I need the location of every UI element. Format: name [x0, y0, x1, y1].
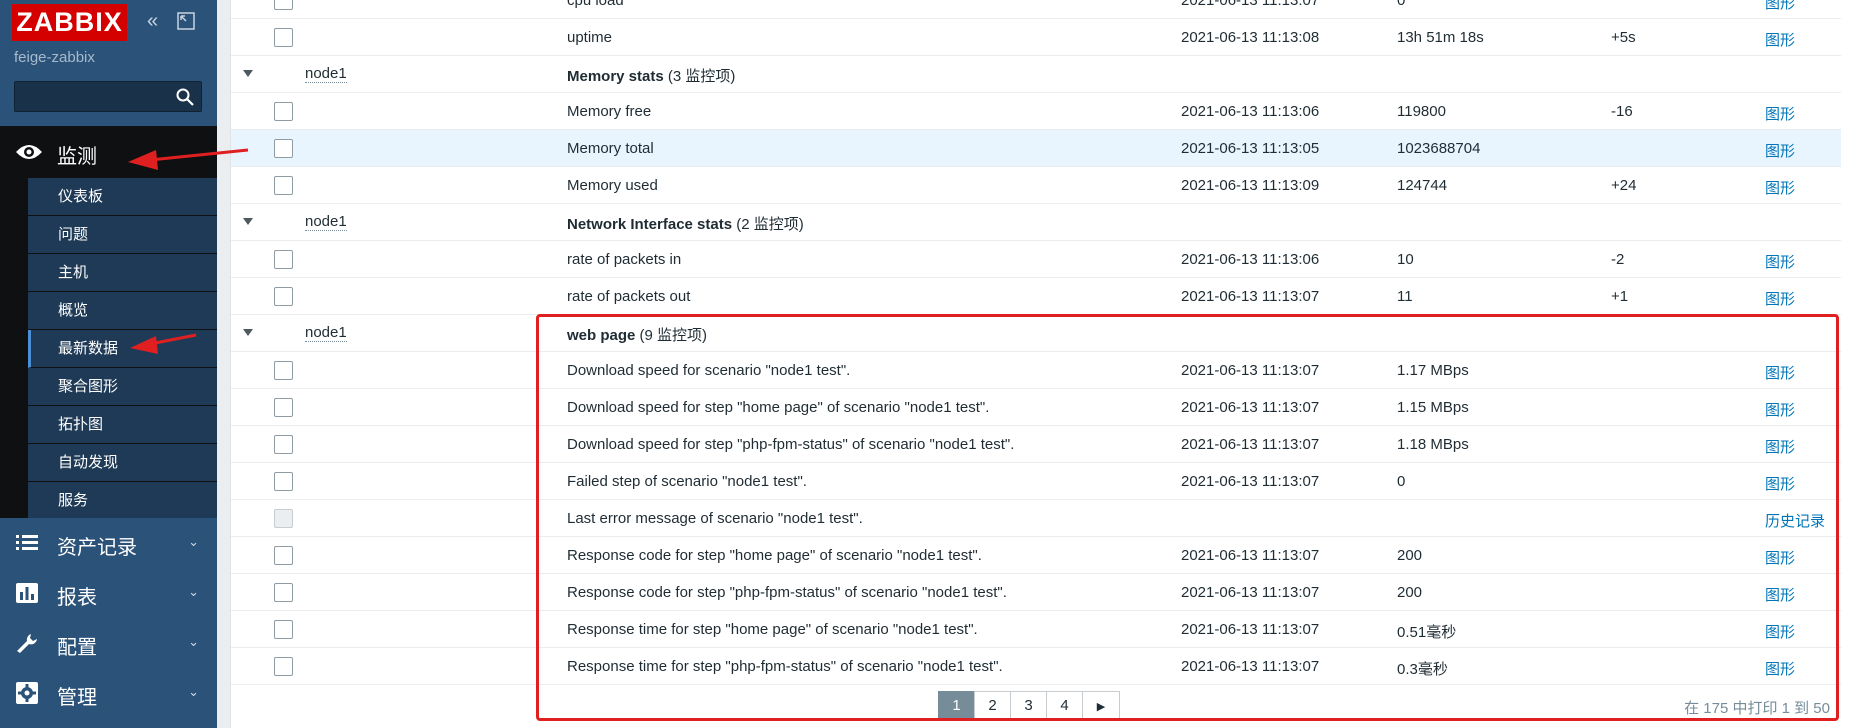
annotation-overlay — [128, 148, 249, 354]
annotation-arrowhead-monitor — [128, 150, 158, 170]
annotation-arrowhead-latest — [130, 336, 158, 354]
annotation-arrow-monitor — [149, 148, 249, 162]
annotation-arrow-latest — [149, 333, 197, 346]
